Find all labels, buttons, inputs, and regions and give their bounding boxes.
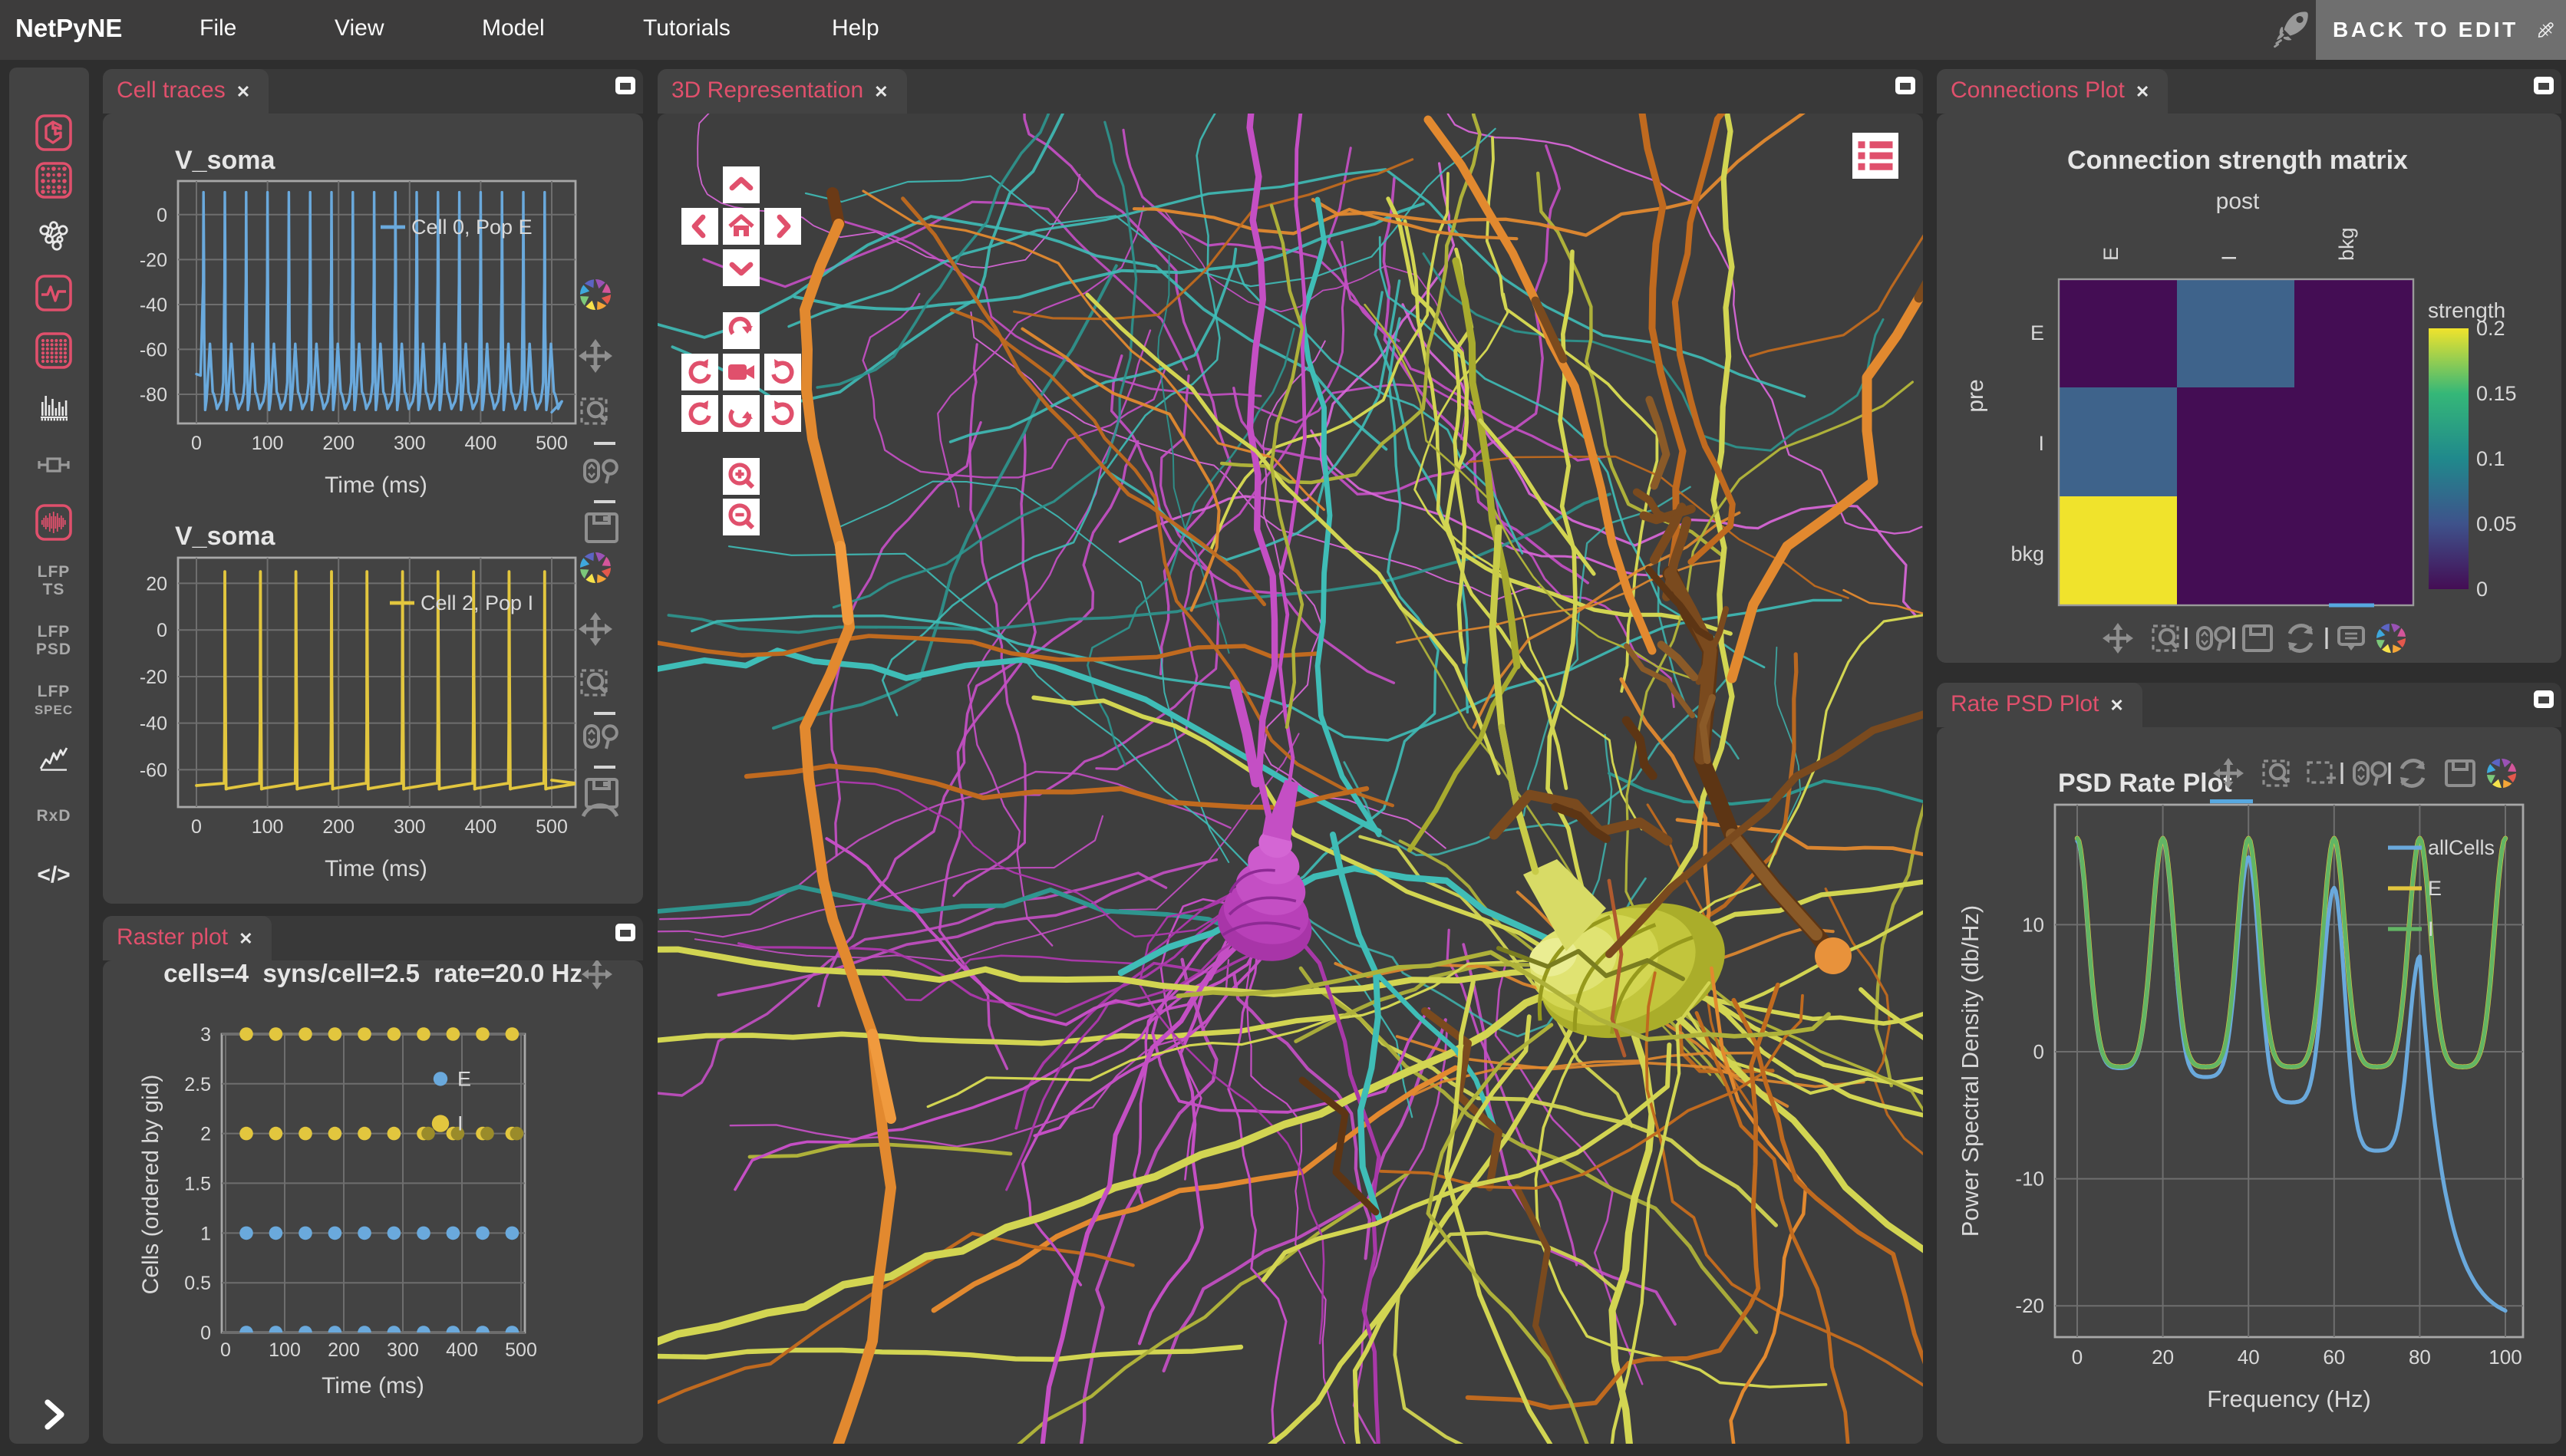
svg-text:400: 400 — [446, 1339, 478, 1361]
svg-text:bkg: bkg — [2335, 227, 2358, 261]
svg-text:I: I — [2218, 255, 2241, 261]
svg-text:0: 0 — [200, 1323, 211, 1344]
svg-text:20: 20 — [146, 573, 167, 595]
svg-text:500: 500 — [505, 1339, 537, 1361]
svg-text:Power Spectral Density (db/Hz): Power Spectral Density (db/Hz) — [1957, 905, 1984, 1237]
svg-text:Connection strength matrix: Connection strength matrix — [2067, 146, 2408, 175]
svg-text:1: 1 — [200, 1223, 211, 1244]
svg-text:-60: -60 — [140, 759, 167, 781]
svg-text:2.5: 2.5 — [184, 1074, 211, 1095]
svg-text:10: 10 — [2022, 913, 2044, 936]
svg-text:100: 100 — [269, 1339, 301, 1361]
svg-text:-80: -80 — [140, 384, 167, 406]
svg-text:500: 500 — [536, 816, 568, 838]
svg-text:pre: pre — [1963, 379, 1988, 412]
svg-text:0: 0 — [2476, 578, 2488, 601]
svg-text:0: 0 — [191, 816, 202, 838]
svg-text:0.5: 0.5 — [184, 1273, 211, 1294]
svg-text:E: E — [457, 1067, 471, 1090]
svg-text:PSD Rate Plot: PSD Rate Plot — [2058, 769, 2232, 798]
svg-text:80: 80 — [2409, 1346, 2431, 1369]
svg-text:400: 400 — [465, 816, 497, 838]
svg-text:200: 200 — [322, 816, 355, 838]
svg-text:2: 2 — [200, 1124, 211, 1145]
svg-text:bkg: bkg — [2010, 542, 2044, 565]
svg-text:0: 0 — [220, 1339, 231, 1361]
svg-text:200: 200 — [322, 433, 355, 454]
svg-text:I: I — [2428, 917, 2434, 940]
svg-text:500: 500 — [536, 433, 568, 454]
svg-text:I: I — [457, 1112, 463, 1135]
svg-text:Cell 0, Pop E: Cell 0, Pop E — [411, 216, 533, 239]
svg-text:-60: -60 — [140, 339, 167, 361]
svg-text:3: 3 — [200, 1024, 211, 1046]
svg-text:300: 300 — [394, 816, 426, 838]
svg-text:-10: -10 — [2015, 1168, 2044, 1191]
svg-text:60: 60 — [2323, 1346, 2345, 1369]
svg-text:allCells: allCells — [2428, 836, 2495, 859]
svg-text:E: E — [2428, 877, 2442, 900]
svg-text:200: 200 — [328, 1339, 360, 1361]
svg-text:0.2: 0.2 — [2476, 317, 2505, 340]
svg-text:1.5: 1.5 — [184, 1174, 211, 1195]
svg-text:-40: -40 — [140, 713, 167, 735]
svg-text:100: 100 — [252, 816, 284, 838]
svg-text:0.05: 0.05 — [2476, 512, 2517, 535]
svg-text:Cell 2, Pop I: Cell 2, Pop I — [421, 591, 533, 614]
svg-text:0: 0 — [191, 433, 202, 454]
svg-text:V_soma: V_soma — [175, 146, 275, 175]
svg-text:-20: -20 — [140, 249, 167, 271]
svg-text:Cells (ordered by gid): Cells (ordered by gid) — [138, 1075, 163, 1295]
svg-text:0.15: 0.15 — [2476, 382, 2517, 405]
svg-text:E: E — [2099, 247, 2122, 261]
svg-text:I: I — [2038, 432, 2044, 455]
svg-text:Time (ms): Time (ms) — [325, 856, 427, 881]
svg-text:V_soma: V_soma — [175, 522, 275, 551]
svg-text:0: 0 — [157, 205, 167, 226]
svg-text:400: 400 — [465, 433, 497, 454]
svg-text:100: 100 — [252, 433, 284, 454]
svg-text:-20: -20 — [2015, 1294, 2044, 1317]
svg-text:0: 0 — [2072, 1346, 2083, 1369]
svg-text:100: 100 — [2488, 1346, 2521, 1369]
svg-text:300: 300 — [394, 433, 426, 454]
svg-text:0.1: 0.1 — [2476, 447, 2505, 470]
svg-text:0: 0 — [2033, 1040, 2044, 1063]
svg-text:Time (ms): Time (ms) — [322, 1373, 424, 1398]
svg-text:Frequency (Hz): Frequency (Hz) — [2207, 1385, 2371, 1412]
svg-text:-20: -20 — [140, 667, 167, 688]
svg-text:post: post — [2216, 189, 2260, 214]
svg-text:20: 20 — [2152, 1346, 2174, 1369]
svg-text:Time (ms): Time (ms) — [325, 473, 427, 498]
svg-text:40: 40 — [2238, 1346, 2260, 1369]
svg-text:E: E — [2030, 321, 2044, 344]
svg-text:300: 300 — [387, 1339, 419, 1361]
svg-text:cells=4 syns/cell=2.5 rate=2: cells=4 syns/cell=2.5 rate=20.0 Hz — [163, 960, 582, 987]
svg-text:-40: -40 — [140, 295, 167, 316]
svg-text:0: 0 — [157, 620, 167, 641]
